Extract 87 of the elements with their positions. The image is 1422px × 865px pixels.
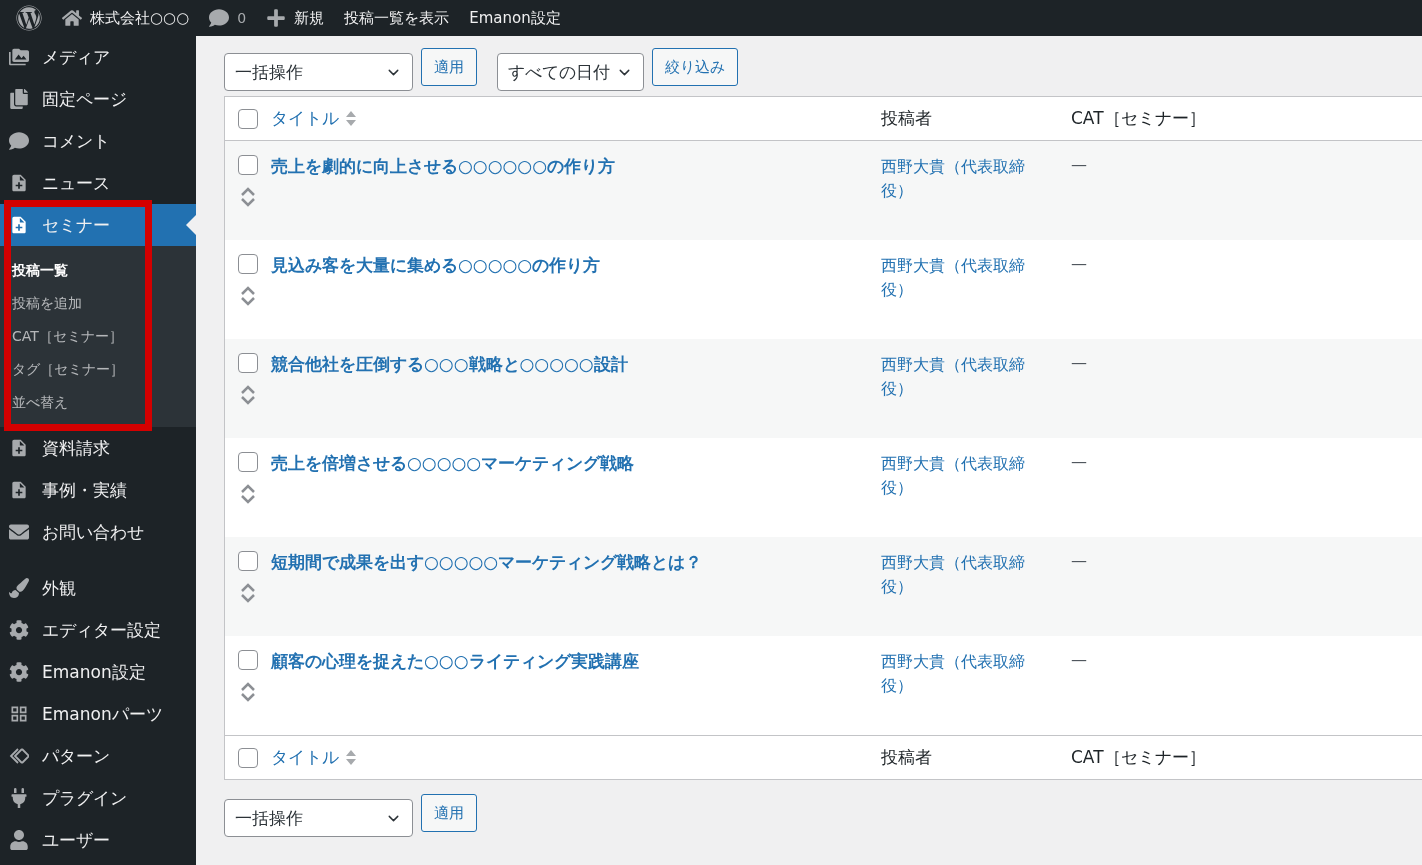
column-header: 投稿者 — [880, 746, 933, 769]
date-filter-select[interactable]: すべての日付 — [497, 53, 644, 91]
toolbar-link[interactable]: 投稿一覧を表示 — [334, 0, 460, 36]
menu-item[interactable]: Emanonパーツ — [0, 693, 196, 735]
author-link[interactable]: 西野大貴（代表取締役） — [881, 650, 1033, 698]
comment-count: 0 — [237, 10, 247, 26]
row-checkbox[interactable] — [238, 155, 258, 175]
category-cell-text: — — [1070, 254, 1088, 273]
author-link[interactable]: 西野大貴（代表取締役） — [881, 353, 1033, 401]
category-cell-text: — — [1070, 353, 1088, 372]
submenu-item[interactable]: タグ［セミナー］ — [0, 353, 196, 386]
author-link[interactable]: 西野大貴（代表取締役） — [881, 551, 1033, 599]
pages-icon — [8, 89, 30, 109]
sort-icon — [345, 109, 357, 128]
menu-item[interactable]: エディター設定 — [0, 609, 196, 651]
row-checkbox[interactable] — [238, 254, 258, 274]
new-link[interactable]: 新規 — [256, 0, 335, 36]
row-checkbox[interactable] — [238, 551, 258, 571]
author-link[interactable]: 西野大貴（代表取締役） — [881, 155, 1033, 203]
post-title-link[interactable]: 短期間で成果を出す○○○○○マーケティング戦略とは？ — [271, 551, 871, 574]
home-icon — [62, 8, 82, 28]
sort-icon — [345, 748, 357, 767]
menu-item[interactable]: ニュース — [0, 162, 196, 204]
menu-item[interactable]: 資料請求 — [0, 427, 196, 469]
category-cell-text: — — [1070, 551, 1088, 570]
menu-item[interactable]: ユーザー — [0, 819, 196, 861]
select-all-checkbox[interactable] — [238, 747, 258, 768]
submenu-item[interactable]: 投稿を追加 — [0, 287, 196, 320]
apply-button[interactable]: 適用 — [421, 48, 477, 86]
post-title-link[interactable]: 売上を倍増させる○○○○○マーケティング戦略 — [271, 452, 871, 475]
select-all-checkbox[interactable] — [238, 108, 258, 129]
row-checkbox[interactable] — [238, 353, 258, 373]
diamond-outline-icon — [8, 746, 30, 766]
toolbar-link[interactable]: Emanon設定 — [459, 0, 571, 36]
submenu-item[interactable]: CAT［セミナー］ — [0, 320, 196, 353]
menu-item[interactable]: 固定ページ — [0, 78, 196, 120]
column-header: CAT［セミナー］ — [1070, 746, 1207, 769]
menu-item[interactable]: お問い合わせ — [0, 511, 196, 553]
menu-item[interactable]: 外観 — [0, 567, 196, 609]
column-header: CAT［セミナー］ — [1070, 107, 1207, 130]
brush-icon — [8, 578, 30, 598]
new-label: 新規 — [294, 8, 325, 28]
menu-item[interactable]: 事例・実績 — [0, 469, 196, 511]
column-header-link[interactable]: タイトル — [271, 107, 871, 130]
drag-handle-icon[interactable] — [240, 385, 256, 405]
column-title: タイトル — [271, 107, 339, 130]
menu-item[interactable]: メディア — [0, 36, 196, 78]
user-icon — [8, 830, 30, 850]
bulk-action-select[interactable]: 一括操作 — [224, 53, 413, 91]
drag-handle-icon[interactable] — [240, 682, 256, 702]
category-cell-text: — — [1070, 452, 1088, 471]
envelope-icon — [8, 522, 30, 542]
column-header: 投稿者 — [880, 107, 933, 130]
drag-handle-icon[interactable] — [240, 583, 256, 603]
post-title-link[interactable]: 見込み客を大量に集める○○○○○の作り方 — [271, 254, 871, 277]
author-link[interactable]: 西野大貴（代表取締役） — [881, 452, 1033, 500]
column-title: タイトル — [271, 746, 339, 769]
settings-icon — [8, 620, 30, 640]
media-icon — [8, 47, 30, 67]
site-name: 株式会社○○○ — [90, 8, 190, 28]
menu-item[interactable]: Emanon設定 — [0, 651, 196, 693]
post-title-link[interactable]: 顧客の心理を捉えた○○○ライティング実践講座 — [271, 650, 871, 673]
post-title-link[interactable]: 売上を劇的に向上させる○○○○○○の作り方 — [271, 155, 871, 178]
row-checkbox[interactable] — [238, 452, 258, 472]
category-cell-text: — — [1070, 650, 1088, 669]
speech-bubble-icon — [8, 131, 30, 151]
filter-button[interactable]: 絞り込み — [652, 48, 738, 86]
drag-handle-icon[interactable] — [240, 187, 256, 207]
drag-handle-icon[interactable] — [240, 286, 256, 306]
column-header-link[interactable]: タイトル — [271, 746, 871, 769]
apply-button[interactable]: 適用 — [421, 794, 477, 832]
post-title-link[interactable]: 競合他社を圧倒する○○○戦略と○○○○○設計 — [271, 353, 871, 376]
settings-icon — [8, 662, 30, 682]
menu-item[interactable]: プラグイン — [0, 777, 196, 819]
author-link[interactable]: 西野大貴（代表取締役） — [881, 254, 1033, 302]
site-name-link[interactable]: 株式会社○○○ — [52, 0, 200, 36]
submenu-item[interactable]: 並べ替え — [0, 386, 196, 419]
row-checkbox[interactable] — [238, 650, 258, 670]
comments-link[interactable]: 0 — [199, 0, 257, 36]
speech-bubble-icon — [209, 8, 230, 28]
submenu-item[interactable]: 投稿一覧 — [0, 254, 196, 287]
bulk-action-select[interactable]: 一括操作 — [224, 799, 413, 837]
drag-handle-icon[interactable] — [240, 484, 256, 504]
menu-item[interactable]: パターン — [0, 735, 196, 777]
category-cell-text: — — [1070, 155, 1088, 174]
plus-icon — [266, 8, 287, 28]
menu-item[interactable]: コメント — [0, 120, 196, 162]
